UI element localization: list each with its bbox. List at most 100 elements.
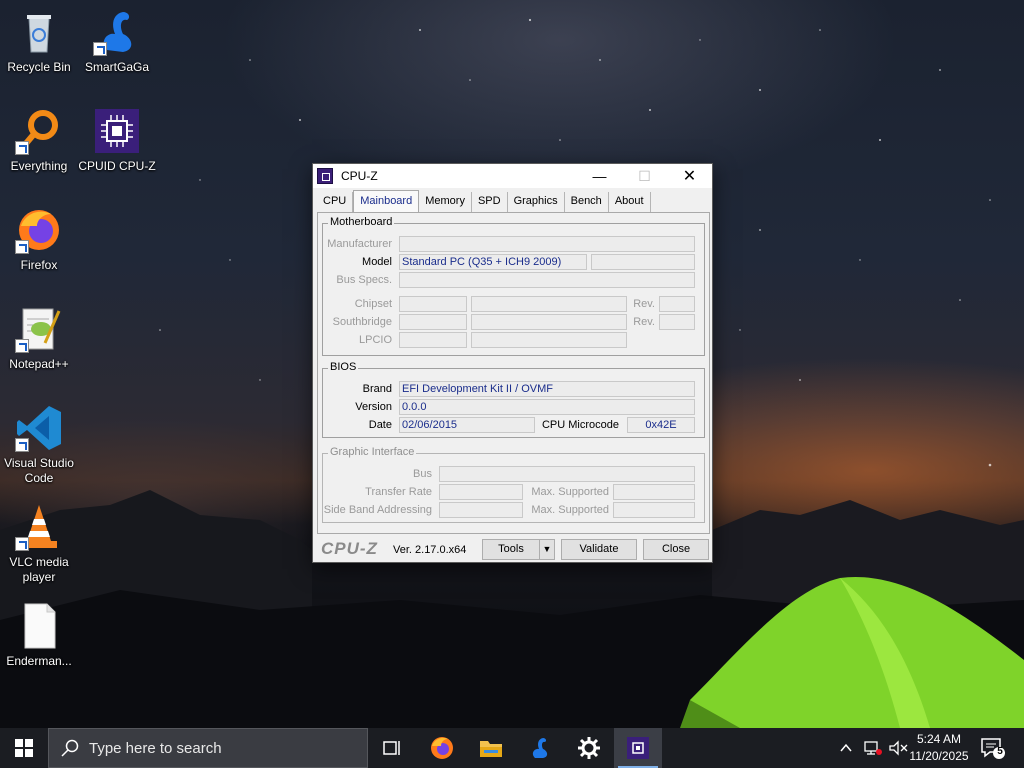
gi-max-supported-field-2 (613, 502, 695, 518)
southbridge-vendor-field (399, 314, 467, 330)
bus-specs-field (399, 272, 695, 288)
taskbar-clock[interactable]: 5:24 AM 11/20/2025 (904, 731, 974, 765)
window-footer: CPU-Z Ver. 2.17.0.x64 Tools ▼ Validate C… (317, 538, 710, 560)
windows-logo-icon (15, 739, 33, 757)
desktop-icon-enderman[interactable]: Enderman... (0, 602, 78, 669)
desktop-icon-smartgaga[interactable]: SmartGaGa (78, 8, 156, 75)
southbridge-rev-label: Rev. (633, 316, 655, 328)
minimize-button[interactable]: — (577, 164, 622, 188)
blank-file-icon (15, 602, 63, 650)
chipset-label: Chipset (354, 298, 392, 310)
tab-memory[interactable]: Memory (419, 192, 472, 212)
window-titlebar[interactable]: CPU-Z — ☐ ✕ (313, 164, 712, 188)
firefox-icon (15, 206, 63, 254)
desktop-icon-label: Notepad++ (9, 357, 69, 371)
desktop-icon-cpuz[interactable]: CPUID CPU-Z (78, 107, 156, 174)
manufacturer-label: Manufacturer (327, 238, 392, 250)
taskbar-settings[interactable] (565, 728, 613, 768)
desktop-icon-notepadpp[interactable]: Notepad++ (0, 305, 78, 372)
desktop-icon-label: VLC media player (9, 555, 69, 584)
cpuz-window[interactable]: CPU-Z — ☐ ✕ CPU Mainboard Memory SPD Gra… (312, 163, 713, 563)
version-label: Ver. 2.17.0.x64 (393, 544, 467, 556)
firefox-icon (431, 737, 453, 759)
gi-side-band-field (439, 502, 523, 518)
tab-bar: CPU Mainboard Memory SPD Graphics Bench … (317, 190, 651, 212)
cpu-microcode-label: CPU Microcode (541, 419, 619, 431)
desktop-icon-everything[interactable]: Everything (0, 107, 78, 174)
tab-cpu[interactable]: CPU (317, 192, 354, 212)
notification-center-button[interactable]: 5 (980, 736, 1006, 760)
taskbar-file-explorer[interactable] (467, 728, 515, 768)
lpcio-model-field (471, 332, 627, 348)
gi-side-band-label: Side Band Addressing (323, 504, 432, 516)
cpu-microcode-field: 0x42E (627, 417, 695, 433)
shortcut-arrow-icon (15, 240, 29, 254)
vscode-icon (15, 404, 63, 452)
swan-icon (532, 738, 548, 758)
network-icon[interactable] (864, 740, 882, 756)
bus-specs-label: Bus Specs. (336, 274, 392, 286)
tools-dropdown-arrow[interactable]: ▼ (539, 539, 555, 560)
close-window-button[interactable]: ✕ (667, 164, 712, 188)
magnifier-icon (15, 107, 63, 155)
mainboard-panel: Motherboard Manufacturer Model Standard … (317, 212, 710, 534)
gi-transfer-rate-label: Transfer Rate (365, 486, 432, 498)
desktop-icon-label: Recycle Bin (7, 60, 71, 74)
desktop-icon-label: CPUID CPU-Z (78, 159, 156, 173)
tab-spd[interactable]: SPD (472, 192, 508, 212)
bios-version-label: Version (355, 401, 392, 413)
shortcut-arrow-icon (15, 339, 29, 353)
validate-button[interactable]: Validate (561, 539, 637, 560)
cpu-chip-icon (93, 107, 141, 155)
desktop-icon-vlc[interactable]: VLC media player (0, 503, 78, 585)
close-button[interactable]: Close (643, 539, 709, 560)
bios-group-label: BIOS (328, 361, 359, 373)
southbridge-model-field (471, 314, 627, 330)
taskbar-task-view[interactable] (368, 728, 416, 768)
chipset-rev-label: Rev. (633, 298, 655, 310)
desktop-icon-firefox[interactable]: Firefox (0, 206, 78, 273)
recycle-bin-icon (15, 8, 63, 56)
chipset-rev-field (659, 296, 695, 312)
start-button[interactable] (0, 728, 48, 768)
tab-graphics[interactable]: Graphics (508, 192, 565, 212)
graphic-interface-group: Graphic Interface Bus Transfer Rate Max.… (322, 446, 705, 523)
shortcut-arrow-icon (93, 42, 107, 56)
cpuz-logo: CPU-Z (321, 539, 378, 558)
tab-about[interactable]: About (609, 192, 651, 212)
taskbar-cpuz[interactable] (614, 728, 662, 768)
motherboard-group-label: Motherboard (328, 216, 395, 228)
cpu-chip-icon (317, 168, 333, 184)
taskbar-smartgaga[interactable] (516, 728, 564, 768)
bios-brand-label: Brand (362, 383, 392, 395)
desktop-icon-label: Firefox (20, 258, 58, 272)
model-field: Standard PC (Q35 + ICH9 2009) (399, 254, 587, 270)
tools-button[interactable]: Tools (482, 539, 540, 560)
vlc-cone-icon (15, 503, 63, 551)
taskbar-search-box[interactable]: Type here to search (48, 728, 368, 768)
desktop-icon-vscode[interactable]: Visual Studio Code (0, 404, 78, 486)
window-title: CPU-Z (341, 169, 378, 183)
system-tray (838, 728, 908, 768)
gear-icon (578, 737, 600, 759)
southbridge-rev-field (659, 314, 695, 330)
gi-bus-field (439, 466, 695, 482)
desktop-icon-label: Everything (10, 159, 68, 173)
southbridge-label: Southbridge (332, 316, 392, 328)
folder-icon (480, 741, 502, 757)
chevron-up-icon[interactable] (838, 740, 854, 756)
motherboard-group: Motherboard Manufacturer Model Standard … (322, 216, 705, 356)
desktop-icon-label: Visual Studio Code (4, 456, 74, 485)
gi-max-supported-label-2: Max. Supported (531, 504, 609, 516)
maximize-button[interactable]: ☐ (622, 164, 667, 188)
task-view-icon (383, 741, 400, 755)
taskbar-firefox[interactable] (418, 728, 466, 768)
notepad-plus-plus-icon (15, 305, 63, 353)
shortcut-arrow-icon (15, 438, 29, 452)
taskbar: Type here to search 5:24 AM 11/20/2025 5 (0, 728, 1024, 768)
tab-mainboard[interactable]: Mainboard (353, 190, 420, 212)
desktop-icon-recycle-bin[interactable]: Recycle Bin (0, 8, 78, 75)
cpu-chip-icon (627, 737, 649, 759)
tent-illustration (680, 576, 1024, 728)
tab-bench[interactable]: Bench (565, 192, 609, 212)
